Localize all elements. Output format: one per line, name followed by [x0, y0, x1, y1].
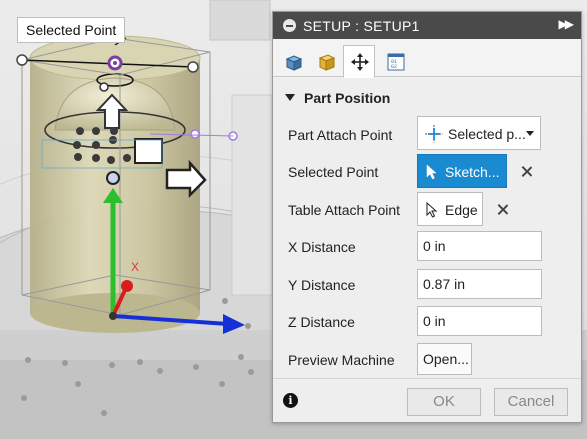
table-attach-point-value: Edge: [445, 202, 478, 218]
dialog-titlebar[interactable]: SETUP : SETUP1 ▶▶: [273, 12, 581, 39]
tab-stock[interactable]: [310, 45, 342, 78]
rotate-handle-box: [134, 138, 163, 164]
tab-setup[interactable]: [277, 45, 309, 78]
dialog-title: SETUP : SETUP1: [303, 18, 420, 34]
origin-point: [106, 171, 120, 185]
part-position-panel: Part Position Part Attach Point Selected…: [273, 78, 581, 378]
section-header[interactable]: Part Position: [285, 90, 390, 106]
post-process-icon: 01 G2: [387, 53, 405, 71]
x-axis-label: X: [131, 260, 139, 274]
collapse-icon[interactable]: [283, 19, 296, 32]
y-distance-label: Y Distance: [288, 277, 356, 293]
table-attach-point-button[interactable]: Edge: [417, 192, 483, 226]
info-icon[interactable]: i: [283, 393, 298, 408]
svg-text:G2: G2: [391, 64, 397, 70]
expand-icon[interactable]: ▶▶: [559, 17, 575, 31]
dropdown-arrow-icon: [526, 131, 534, 136]
ok-button[interactable]: OK: [407, 388, 481, 416]
setup-icon: [285, 55, 303, 71]
section-title: Part Position: [304, 90, 391, 106]
stock-icon: [318, 54, 336, 71]
cursor-icon: [426, 202, 438, 218]
collapse-triangle-icon[interactable]: [285, 94, 295, 101]
selected-point-label: Selected Point: [288, 164, 379, 180]
z-distance-label: Z Distance: [288, 314, 355, 330]
callout-label: Selected Point: [26, 22, 117, 38]
x-distance-input[interactable]: 0 in: [417, 231, 542, 261]
part-attach-point-dropdown[interactable]: Selected p...: [417, 116, 541, 150]
move-icon: [351, 53, 369, 71]
cancel-button[interactable]: Cancel: [494, 388, 568, 416]
attach-point-icon: [425, 125, 443, 143]
dialog-footer: i OK Cancel: [273, 378, 581, 422]
tab-post-process[interactable]: 01 G2: [379, 45, 411, 78]
part-attach-point-label: Part Attach Point: [288, 127, 393, 143]
clear-selected-point-icon[interactable]: [521, 166, 533, 178]
machine-column: [231, 94, 273, 296]
y-distance-input[interactable]: 0.87 in: [417, 269, 542, 299]
tab-position[interactable]: [343, 45, 375, 78]
selected-point-button[interactable]: Sketch...: [417, 154, 507, 188]
clear-table-attach-point-icon[interactable]: [497, 204, 509, 216]
cursor-icon: [426, 164, 437, 180]
x-distance-label: X Distance: [288, 239, 356, 255]
preview-machine-label: Preview Machine: [288, 352, 395, 368]
preview-machine-open-button[interactable]: Open...: [417, 343, 472, 375]
table-attach-point-label: Table Attach Point: [288, 202, 401, 218]
machine-frame: [209, 0, 271, 41]
setup-dialog: SETUP : SETUP1 ▶▶ 01 G2 Part Position Pa…: [272, 11, 582, 423]
dialog-tabs: 01 G2: [273, 39, 581, 78]
z-distance-input[interactable]: 0 in: [417, 306, 542, 336]
part-attach-point-value: Selected p...: [448, 126, 526, 142]
selected-point-callout: Selected Point: [17, 17, 126, 43]
selected-point-value: Sketch...: [445, 164, 500, 180]
